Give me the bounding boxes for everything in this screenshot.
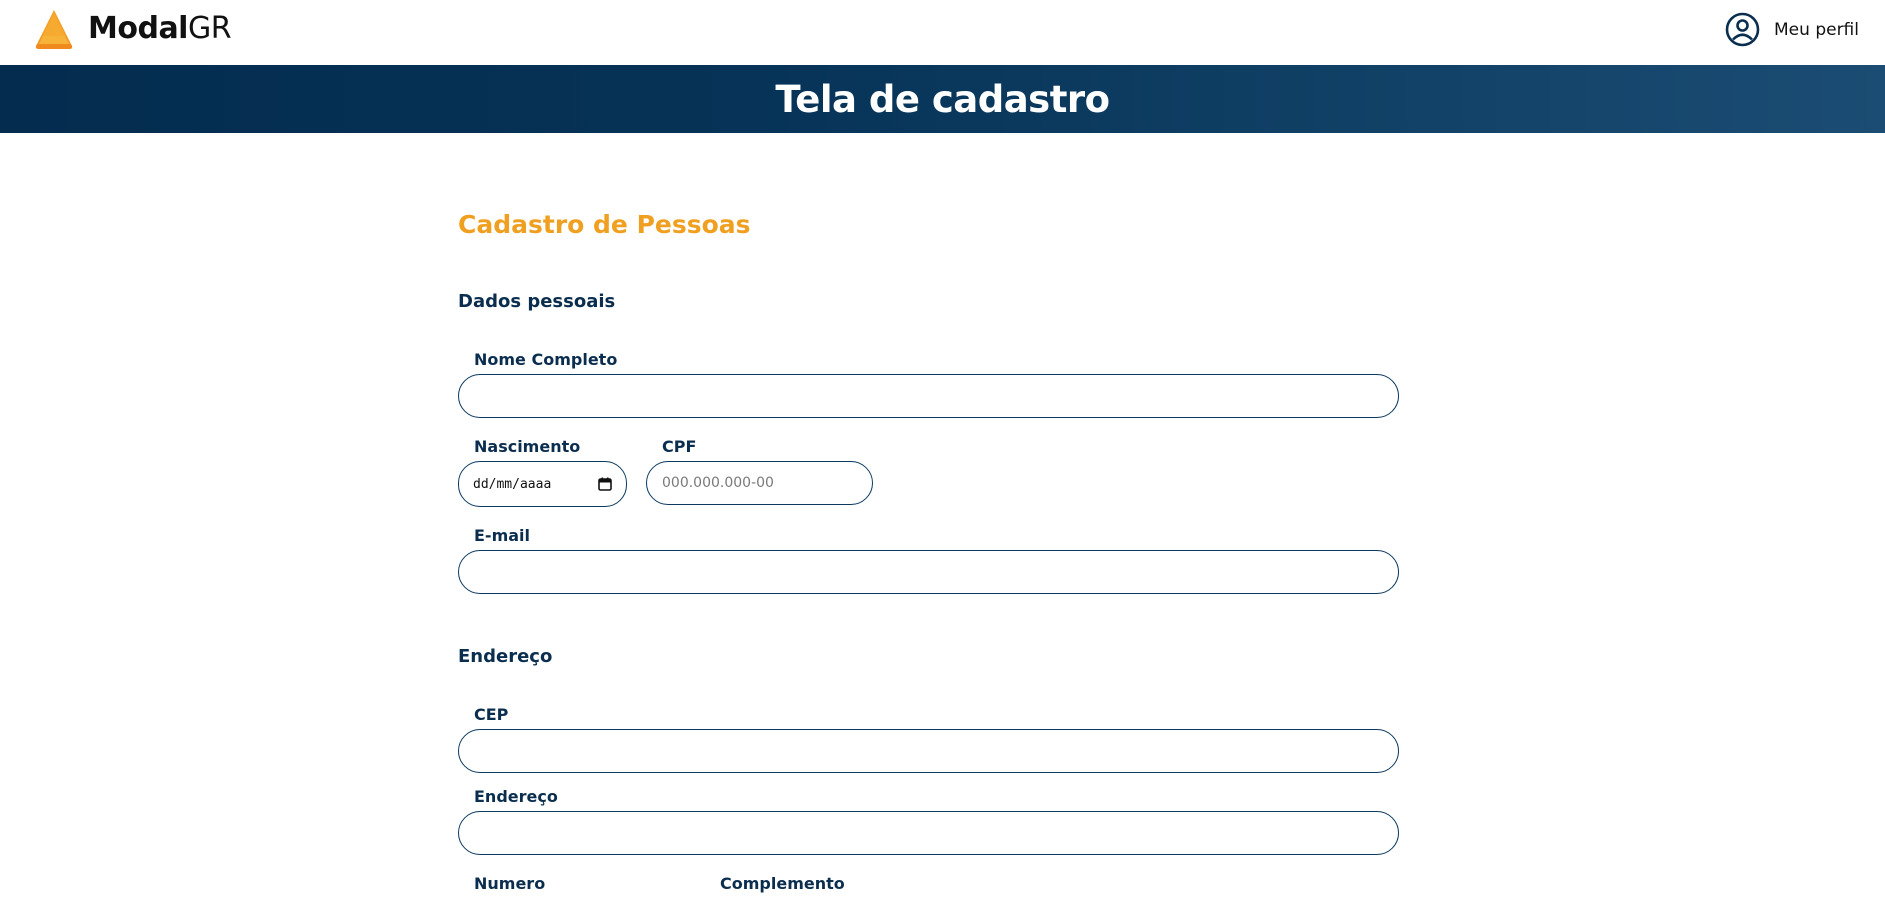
top-navbar: ModalGR Meu perfil xyxy=(0,0,1885,65)
date-placeholder: dd/mm/aaaa xyxy=(473,476,552,492)
cep-input[interactable] xyxy=(458,729,1399,773)
profile-label: Meu perfil xyxy=(1774,19,1859,40)
label-complemento: Complemento xyxy=(720,874,845,893)
label-email: E-mail xyxy=(474,526,531,545)
label-cpf: CPF xyxy=(662,437,697,456)
calendar-icon[interactable] xyxy=(598,477,612,491)
label-numero: Numero xyxy=(474,874,546,893)
logo-text-regular: GR xyxy=(187,11,232,46)
section-title-personal: Dados pessoais xyxy=(458,291,616,312)
logo-text: ModalGR xyxy=(88,11,232,47)
nascimento-date-input[interactable]: dd/mm/aaaa xyxy=(458,461,627,507)
logo-text-bold: Modal xyxy=(88,11,188,46)
cone-logo-icon xyxy=(35,10,73,49)
profile-link[interactable]: Meu perfil xyxy=(1725,12,1859,47)
cpf-input[interactable] xyxy=(646,461,873,505)
page-banner: Tela de cadastro xyxy=(0,65,1885,133)
user-circle-icon xyxy=(1725,12,1760,47)
label-nascimento: Nascimento xyxy=(474,437,581,456)
email-input[interactable] xyxy=(458,550,1399,594)
nome-completo-input[interactable] xyxy=(458,374,1399,418)
page-title: Tela de cadastro xyxy=(775,77,1110,121)
endereco-input[interactable] xyxy=(458,811,1399,855)
label-nome-completo: Nome Completo xyxy=(474,350,618,369)
section-title-address: Endereço xyxy=(458,646,553,667)
logo[interactable]: ModalGR xyxy=(34,8,232,50)
label-cep: CEP xyxy=(474,705,509,724)
form-title: Cadastro de Pessoas xyxy=(458,210,751,239)
label-endereco: Endereço xyxy=(474,787,558,806)
